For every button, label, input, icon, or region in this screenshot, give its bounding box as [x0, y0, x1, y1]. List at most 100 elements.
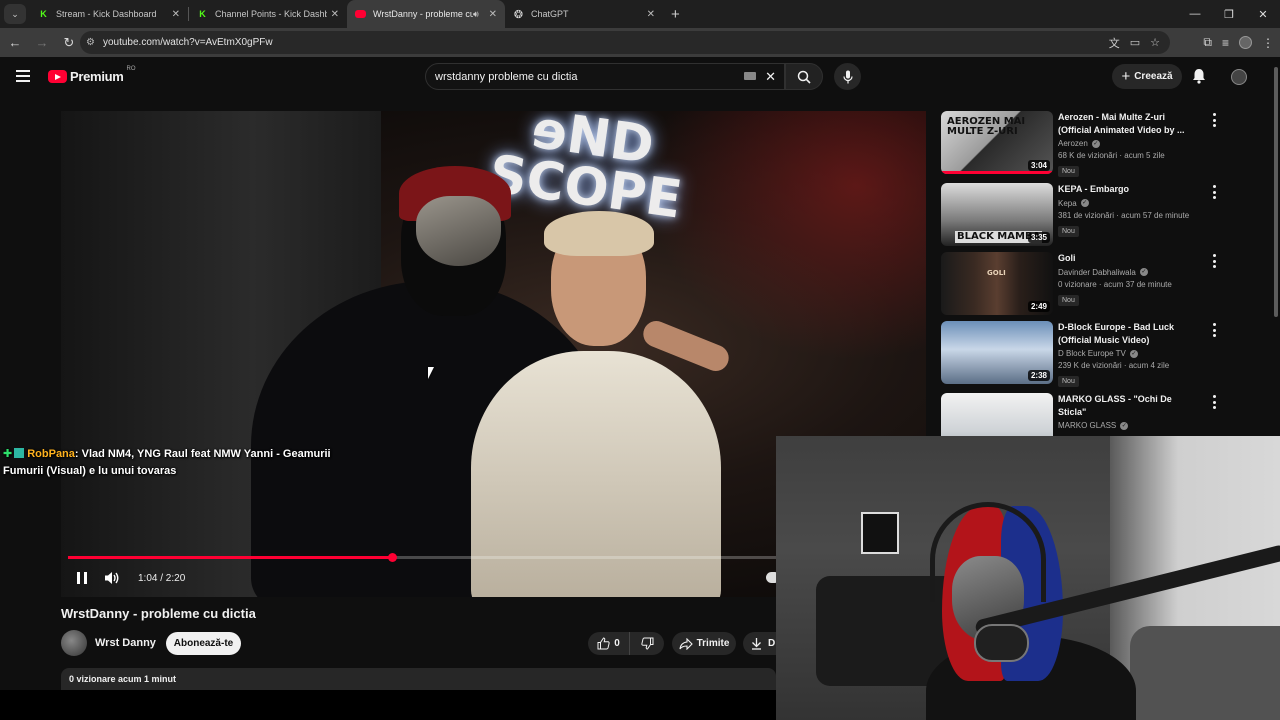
account-avatar[interactable]: [1231, 69, 1247, 85]
subscribe-button[interactable]: Abonează-te: [166, 632, 241, 655]
video-thumbnail[interactable]: 2:38: [941, 321, 1053, 384]
description-box[interactable]: 0 vizionare acum 1 minut: [61, 668, 776, 690]
share-button[interactable]: Trimite: [672, 632, 736, 655]
more-options-icon[interactable]: [1209, 185, 1219, 199]
recommendation-title[interactable]: KEPA - Embargo: [1058, 183, 1198, 196]
recommendation-item[interactable]: AEROZEN MAI MULTE Z-URI 3:04 Aerozen - M…: [941, 111, 1221, 179]
keyboard-icon[interactable]: [744, 72, 756, 80]
pause-icon[interactable]: [77, 572, 87, 584]
new-badge: Nou: [1058, 376, 1079, 387]
restore-icon[interactable]: ❐: [1212, 0, 1246, 28]
recommendation-meta: 0 vizionare · acum 37 de minute: [1058, 279, 1172, 289]
close-icon[interactable]: ✕: [489, 9, 497, 20]
youtube-logo[interactable]: Premium RO: [48, 65, 136, 84]
recommendation-title[interactable]: Aerozen - Mai Multe Z-uri (Official Anim…: [1058, 111, 1198, 136]
new-badge: Nou: [1058, 166, 1079, 177]
tab-chatgpt[interactable]: ❂ ChatGPT ✕: [505, 0, 663, 28]
progress-bar[interactable]: [68, 553, 776, 562]
notifications-button[interactable]: [1192, 68, 1206, 84]
recommendation-channel[interactable]: Davinder Dabhaliwala ✓: [1058, 268, 1198, 277]
tab-kick-channel-points[interactable]: K Channel Points - Kick Dashboard ✕: [189, 0, 347, 28]
verified-icon: ✓: [1139, 268, 1148, 276]
tab-label: ChatGPT: [531, 9, 569, 19]
close-icon[interactable]: ✕: [647, 9, 655, 20]
channel-label: Aerozen: [1058, 139, 1088, 148]
clear-search-icon[interactable]: ✕: [765, 69, 776, 85]
menu-icon[interactable]: [16, 70, 30, 82]
recommendation-channel[interactable]: Aerozen ✓: [1058, 139, 1198, 148]
recommendation-info: MARKO GLASS - "Ochi De Sticla" MARKO GLA…: [1058, 393, 1198, 430]
cast-icon[interactable]: ▭: [1130, 36, 1140, 49]
video-thumbnail[interactable]: GOLI 2:49: [941, 252, 1053, 315]
thumbs-up-icon: [597, 637, 610, 650]
bell-icon: [1193, 69, 1205, 84]
country-code: RO: [126, 65, 136, 72]
channel-name[interactable]: Wrst Danny: [95, 637, 156, 649]
reload-icon[interactable]: ↻: [57, 31, 81, 55]
thumbnail-text: AEROZEN MAI MULTE Z-URI: [947, 116, 1026, 137]
search-input[interactable]: wrstdanny probleme cu dictia ✕: [425, 63, 785, 90]
more-options-icon[interactable]: [1209, 113, 1219, 127]
new-badge: Nou: [1058, 225, 1079, 237]
recommendation-title[interactable]: MARKO GLASS - "Ochi De Sticla": [1058, 393, 1198, 418]
chevron-down-icon: ⌄: [11, 8, 19, 19]
translate-icon[interactable]: 文: [1109, 35, 1120, 51]
recommendation-title[interactable]: Goli: [1058, 252, 1198, 265]
minimize-icon[interactable]: —: [1178, 0, 1212, 28]
page-scrollbar[interactable]: [1272, 57, 1280, 437]
like-button[interactable]: 0: [588, 632, 630, 655]
recommendation-item[interactable]: 2:38 D-Block Europe - Bad Luck (Official…: [941, 321, 1221, 389]
tab-kick-stream[interactable]: K Stream - Kick Dashboard ✕: [30, 0, 188, 28]
channel-avatar[interactable]: [61, 630, 87, 656]
close-icon[interactable]: ✕: [331, 9, 339, 20]
share-icon: [679, 637, 693, 650]
more-options-icon[interactable]: [1209, 254, 1219, 268]
back-arrow-icon[interactable]: ←: [3, 31, 27, 55]
close-icon[interactable]: ✕: [172, 9, 180, 20]
like-dislike-group: 0: [588, 632, 664, 655]
browser-toolbar: ← → ↻ ⚙︎ youtube.com/watch?v=AvEtmX0gPFw…: [0, 28, 1280, 57]
forward-arrow-icon[interactable]: →: [30, 31, 54, 55]
bookmark-star-icon[interactable]: ☆: [1150, 36, 1160, 49]
verified-icon: ✓: [1091, 139, 1100, 148]
site-info-icon[interactable]: ⚙︎: [86, 37, 95, 48]
progress-fill: [68, 556, 392, 559]
search-value: wrstdanny probleme cu dictia: [435, 70, 578, 83]
extensions-icon[interactable]: ⧉: [1203, 35, 1212, 50]
close-window-icon[interactable]: ✕: [1246, 0, 1280, 28]
brand-label: Premium: [70, 69, 124, 84]
recommendation-channel[interactable]: D Block Europe TV ✓: [1058, 349, 1198, 358]
new-tab-button[interactable]: +: [671, 6, 680, 23]
create-label: Creează: [1134, 71, 1173, 82]
recommendation-channel[interactable]: MARKO GLASS ✓: [1058, 421, 1198, 430]
tab-youtube-video[interactable]: WrstDanny - probleme cu dictia 🔊︎ ✕: [347, 0, 505, 28]
dislike-button[interactable]: [630, 632, 664, 655]
search-button[interactable]: [785, 63, 823, 90]
profile-avatar[interactable]: [1239, 36, 1252, 49]
media-controls-icon[interactable]: ≡: [1222, 36, 1229, 50]
scrollbar-thumb[interactable]: [1274, 67, 1278, 317]
speaker-icon[interactable]: 🔊︎: [473, 9, 479, 20]
recommendation-item[interactable]: BLACK MAMBA 3:35 KEPA - Embargo Kepa ✓ 38…: [941, 183, 1221, 251]
tab-search-button[interactable]: ⌄: [4, 4, 26, 24]
video-thumbnail[interactable]: BLACK MAMBA 3:35: [941, 183, 1053, 246]
create-button[interactable]: + Creează: [1112, 64, 1182, 89]
recommendation-info: Aerozen - Mai Multe Z-uri (Official Anim…: [1058, 111, 1198, 178]
address-bar[interactable]: ⚙︎ youtube.com/watch?v=AvEtmX0gPFw 文 ▭ ☆: [80, 31, 1170, 54]
recommendation-info: Goli Davinder Dabhaliwala ✓ 0 vizionare ·…: [1058, 252, 1198, 307]
more-options-icon[interactable]: [1209, 395, 1219, 409]
voice-search-button[interactable]: [834, 63, 861, 90]
armchair-graphic: [1130, 626, 1280, 720]
recommendation-title[interactable]: D-Block Europe - Bad Luck (Official Musi…: [1058, 321, 1198, 346]
video-thumbnail[interactable]: AEROZEN MAI MULTE Z-URI 3:04: [941, 111, 1053, 174]
stream-chat-overlay: ✚ RobPana: Vlad NM4, YNG Raul feat NMW Ya…: [3, 446, 333, 480]
volume-button[interactable]: [104, 571, 120, 585]
recommendation-item[interactable]: GOLI 2:49 Goli Davinder Dabhaliwala ✓ 0 v…: [941, 252, 1221, 320]
browser-menu-icon[interactable]: ⋮: [1262, 36, 1274, 50]
address-bar-actions: 文 ▭ ☆: [1109, 31, 1160, 54]
recommendation-channel[interactable]: Kepa ✓: [1058, 199, 1198, 208]
recommendation-info: D-Block Europe - Bad Luck (Official Musi…: [1058, 321, 1198, 388]
scrubber-handle[interactable]: [387, 553, 397, 562]
more-options-icon[interactable]: [1209, 323, 1219, 337]
thumbs-down-icon: [640, 637, 653, 650]
